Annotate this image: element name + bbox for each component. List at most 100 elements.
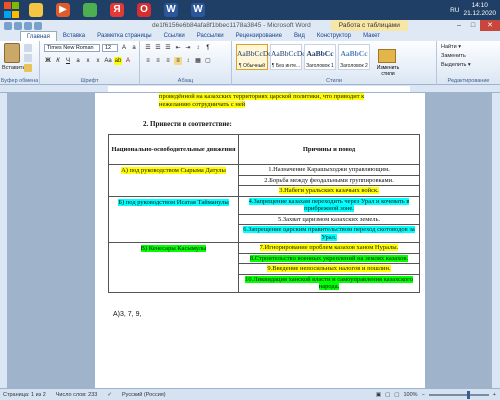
clipboard-group: Вставить Буфер обмена — [0, 41, 40, 85]
language-status[interactable]: Русский (Россия) — [122, 392, 166, 398]
tab-6[interactable]: Вид — [288, 31, 311, 41]
style-heading-2[interactable]: AaBbCc Заголовок 2 — [338, 44, 370, 70]
align-right-icon[interactable]: ≡ — [164, 57, 172, 65]
tab-2[interactable]: Разметка страницы — [91, 31, 157, 41]
cause-cell[interactable]: 5.Захват царизмом казахских земель. — [238, 213, 420, 225]
decrease-indent-icon[interactable]: ⇤ — [174, 44, 182, 52]
tab-0[interactable]: Главная — [20, 31, 57, 41]
word-icon-2[interactable]: W — [186, 1, 210, 19]
print-layout-view-icon[interactable]: ▣ — [376, 392, 381, 398]
sort-icon[interactable]: ↕ — [194, 44, 202, 52]
change-styles-label[interactable]: Изменить стили — [373, 65, 403, 77]
word-icon[interactable]: W — [159, 1, 183, 19]
cause-cell[interactable]: 10.Ликвидация ханской власти и самоуправ… — [238, 273, 420, 293]
movement-cell-c[interactable]: В) Кенесары Касымулы — [108, 242, 239, 293]
paste-icon[interactable] — [4, 43, 20, 63]
zoom-slider[interactable] — [428, 390, 489, 399]
cause-cell[interactable]: 3.Набеги уральских казачьих войск. — [238, 185, 420, 197]
superscript-icon[interactable]: x — [94, 57, 102, 65]
save-icon[interactable] — [14, 21, 22, 30]
tab-5[interactable]: Рецензирование — [230, 31, 288, 41]
full-screen-view-icon[interactable]: ▢ — [385, 392, 390, 398]
zoom-in-icon[interactable]: + — [493, 392, 496, 398]
page-count[interactable]: Страница: 1 из 2 — [3, 392, 46, 398]
cause-cell[interactable]: 7.Игнорирование проблем казахов ханом Ну… — [238, 242, 420, 254]
editing-group: Найти ▾ Заменить Выделить ▾ Редактирован… — [437, 41, 500, 85]
clock[interactable]: 14:10 21.12.2020 — [463, 2, 496, 18]
vertical-scrollbar[interactable] — [491, 93, 500, 388]
style-heading-1[interactable]: AaBbCc Заголовок 1 — [304, 44, 336, 70]
bullets-icon[interactable]: ☰ — [144, 44, 152, 52]
word-logo-icon[interactable] — [4, 21, 12, 30]
change-styles-icon[interactable] — [378, 49, 396, 63]
format-painter-icon[interactable] — [24, 64, 32, 72]
cause-cell[interactable]: 2.Борьба между феодальными группировками… — [238, 174, 420, 186]
style-normal[interactable]: AaBbCcDd ¶ Обычный — [236, 44, 272, 70]
multilevel-list-icon[interactable]: ☰ — [164, 44, 172, 52]
cause-cell[interactable]: 4.Запрещение казахам переходить через Ур… — [238, 195, 420, 215]
shrink-font-icon[interactable]: a — [130, 44, 138, 52]
copy-icon[interactable] — [24, 54, 32, 62]
font-size-combo[interactable]: 12 — [102, 44, 118, 52]
redo-icon[interactable] — [34, 21, 42, 30]
borders-icon[interactable]: ▢ — [204, 57, 212, 65]
start-button[interactable] — [4, 2, 20, 18]
word-count[interactable]: Число слов: 233 — [56, 392, 98, 398]
shading-icon[interactable]: ▦ — [194, 57, 202, 65]
spellcheck-icon[interactable]: ✓ — [107, 392, 112, 398]
find-button[interactable]: Найти ▾ — [441, 44, 461, 50]
cause-cell[interactable]: 6.Запрещение царским правительством пере… — [238, 224, 420, 243]
show-marks-icon[interactable]: ¶ — [204, 44, 212, 52]
yandex-icon[interactable]: Я — [105, 1, 129, 19]
matching-table[interactable]: Национально-освободительные движения При… — [108, 134, 420, 293]
replace-button[interactable]: Заменить — [441, 53, 466, 59]
language-indicator[interactable]: RU — [450, 7, 459, 14]
vertical-ruler[interactable] — [0, 93, 8, 388]
font-name-combo[interactable]: Times New Roman — [44, 44, 100, 52]
tab-7[interactable]: Конструктор — [311, 31, 357, 41]
bold-icon[interactable]: Ж — [44, 57, 52, 65]
strikethrough-icon[interactable]: a — [74, 57, 82, 65]
cut-icon[interactable] — [24, 44, 32, 52]
tab-4[interactable]: Рассылки — [191, 31, 230, 41]
office-button[interactable] — [0, 31, 20, 41]
numbering-icon[interactable]: ☰ — [154, 44, 162, 52]
media-player-icon[interactable]: ▶ — [51, 1, 75, 19]
tab-8[interactable]: Макет — [357, 31, 386, 41]
style-no-spacing[interactable]: AaBbCcDd ¶ Без инте... — [270, 44, 306, 70]
file-explorer-icon[interactable] — [24, 1, 48, 19]
undo-icon[interactable] — [24, 21, 32, 30]
zoom-out-icon[interactable]: − — [422, 392, 425, 398]
chrome-icon[interactable] — [78, 1, 102, 19]
line-spacing-icon[interactable]: ↕ — [184, 57, 192, 65]
select-button[interactable]: Выделить ▾ — [441, 62, 471, 68]
opera-icon[interactable]: O — [132, 1, 156, 19]
justify-icon[interactable]: ≡ — [174, 57, 182, 65]
cause-cell[interactable]: 1.Назначение Карашыходжи управляющим. — [238, 164, 420, 176]
movement-c: В) Кенесары Касымулы — [140, 245, 207, 252]
cause-cell[interactable]: 9.Введение непосильных налогов и пошлин. — [238, 263, 420, 275]
change-case-icon[interactable]: Aa — [104, 57, 112, 65]
cause-cell[interactable]: 8.Строительство военных укреплений на зе… — [238, 252, 420, 264]
movement-cell-a[interactable]: А) под руководством Сырыма Датулы — [108, 164, 239, 197]
horizontal-ruler[interactable] — [0, 85, 500, 93]
web-view-icon[interactable]: ▢ — [394, 392, 399, 398]
movement-cell-b[interactable]: Б) под руководством Исатая Тайманулы — [108, 195, 239, 243]
paste-button-label[interactable]: Вставить — [2, 65, 25, 71]
subscript-icon[interactable]: x — [84, 57, 92, 65]
align-left-icon[interactable]: ≡ — [144, 57, 152, 65]
minimize-button[interactable]: – — [452, 20, 466, 31]
tab-1[interactable]: Вставка — [57, 31, 91, 41]
underline-icon[interactable]: Ч — [64, 57, 72, 65]
align-center-icon[interactable]: ≡ — [154, 57, 162, 65]
font-color-icon[interactable]: A — [124, 57, 132, 65]
close-button[interactable]: ✕ — [480, 20, 500, 31]
zoom-level[interactable]: 100% — [403, 392, 417, 398]
highlight-color-icon[interactable]: ab — [114, 57, 122, 65]
increase-indent-icon[interactable]: ⇥ — [184, 44, 192, 52]
document-page[interactable]: проведённой на казахских территориях цар… — [95, 93, 425, 383]
grow-font-icon[interactable]: A — [120, 44, 128, 52]
tab-3[interactable]: Ссылки — [158, 31, 191, 41]
italic-icon[interactable]: К — [54, 57, 62, 65]
maximize-button[interactable]: □ — [466, 20, 480, 31]
